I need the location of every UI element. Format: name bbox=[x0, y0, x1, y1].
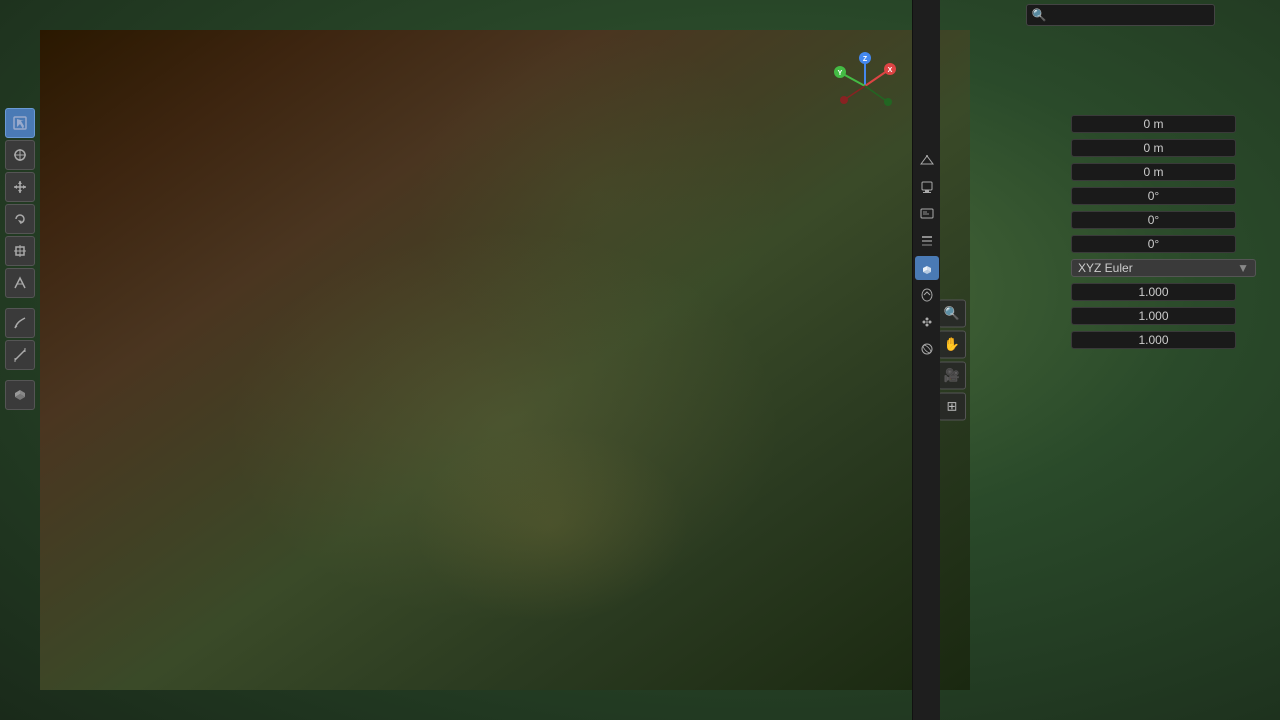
scene-warm-light bbox=[412, 426, 691, 624]
sidebar-viewlayer-icon[interactable] bbox=[915, 229, 939, 253]
properties-icon-sidebar bbox=[912, 0, 940, 720]
location-y-value: 0 m bbox=[1143, 141, 1163, 155]
location-x-value: 0 m bbox=[1143, 117, 1163, 131]
location-x-field[interactable]: 0 m bbox=[1071, 115, 1236, 133]
svg-text:Z: Z bbox=[863, 56, 868, 63]
select-tool-button[interactable] bbox=[5, 108, 35, 138]
scale-y-field[interactable]: 1.000 bbox=[1071, 307, 1236, 325]
grid-button[interactable]: ⊞ bbox=[938, 393, 966, 421]
sidebar-object-icon[interactable] bbox=[915, 256, 939, 280]
rotation-mode-value: XYZ Euler bbox=[1078, 261, 1133, 275]
zoom-button[interactable]: 🔍 bbox=[938, 300, 966, 328]
location-y-field[interactable]: 0 m bbox=[1071, 139, 1236, 157]
sidebar-physics-icon[interactable] bbox=[915, 337, 939, 361]
cursor-tool-button[interactable] bbox=[5, 140, 35, 170]
search-container: 🔍 bbox=[1026, 4, 1254, 26]
sidebar-output-icon[interactable] bbox=[915, 202, 939, 226]
rotation-z-field[interactable]: 0° bbox=[1071, 235, 1236, 253]
svg-text:Y: Y bbox=[838, 70, 843, 77]
move-tool-button[interactable] bbox=[5, 172, 35, 202]
scale-x-value: 1.000 bbox=[1138, 285, 1168, 299]
rotation-z-value: 0° bbox=[1148, 237, 1159, 251]
scale-y-value: 1.000 bbox=[1138, 309, 1168, 323]
location-z-field[interactable]: 0 m bbox=[1071, 163, 1236, 181]
sidebar-scene-icon[interactable] bbox=[915, 148, 939, 172]
rotation-y-value: 0° bbox=[1148, 213, 1159, 227]
sidebar-modifier-icon[interactable] bbox=[915, 283, 939, 307]
sidebar-render-icon[interactable] bbox=[915, 175, 939, 199]
scale-z-field[interactable]: 1.000 bbox=[1071, 331, 1236, 349]
add-cube-tool-button[interactable] bbox=[5, 380, 35, 410]
scene-foliage-light bbox=[412, 30, 784, 360]
pan-button[interactable]: ✋ bbox=[938, 331, 966, 359]
left-toolbar bbox=[0, 0, 40, 720]
rotation-x-value: 0° bbox=[1148, 189, 1159, 203]
rotation-y-field[interactable]: 0° bbox=[1071, 211, 1236, 229]
svg-text:X: X bbox=[888, 67, 893, 74]
rotation-x-field[interactable]: 0° bbox=[1071, 187, 1236, 205]
camera-button[interactable]: 🎥 bbox=[938, 362, 966, 390]
scale-z-value: 1.000 bbox=[1138, 333, 1168, 347]
rotation-mode-dropdown[interactable]: XYZ Euler ▼ bbox=[1071, 259, 1256, 277]
rotation-mode-arrow: ▼ bbox=[1237, 261, 1249, 275]
scale-tool-button[interactable] bbox=[5, 236, 35, 266]
viewport-gizmo[interactable]: Z X Y bbox=[825, 46, 915, 136]
transform-tool-button[interactable] bbox=[5, 268, 35, 298]
location-z-value: 0 m bbox=[1143, 165, 1163, 179]
sidebar-particle-icon[interactable] bbox=[915, 310, 939, 334]
properties-search-input[interactable] bbox=[1026, 4, 1215, 26]
viewport-right-buttons: 🔍 ✋ 🎥 ⊞ bbox=[938, 300, 966, 421]
scale-x-field[interactable]: 1.000 bbox=[1071, 283, 1236, 301]
rotate-tool-button[interactable] bbox=[5, 204, 35, 234]
annotate-tool-button[interactable] bbox=[5, 308, 35, 338]
measure-tool-button[interactable] bbox=[5, 340, 35, 370]
